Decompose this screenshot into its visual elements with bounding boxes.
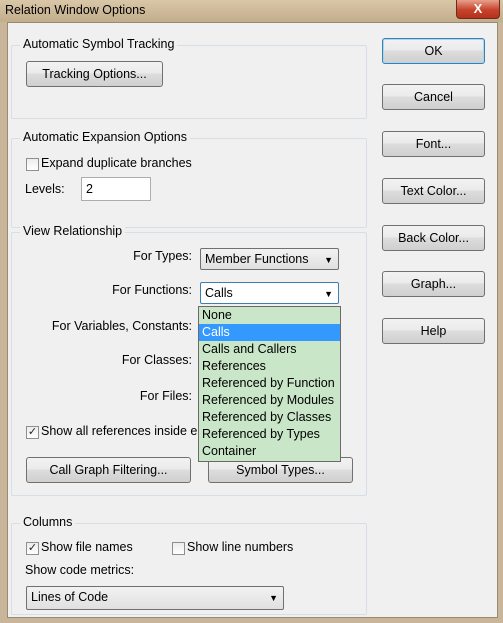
dropdown-option-referenced-by-modules[interactable]: Referenced by Modules	[199, 392, 340, 409]
ok-button[interactable]: OK	[382, 38, 485, 64]
dropdown-option-referenced-by-types[interactable]: Referenced by Types	[199, 426, 340, 443]
window-title: Relation Window Options	[5, 3, 146, 17]
help-button[interactable]: Help	[382, 318, 485, 344]
font-button[interactable]: Font...	[382, 131, 485, 157]
dropdown-option-referenced-by-function[interactable]: Referenced by Function	[199, 375, 340, 392]
show-line-numbers-label: Show line numbers	[187, 540, 294, 554]
cancel-button[interactable]: Cancel	[382, 84, 485, 110]
show-line-numbers-checkbox[interactable]	[172, 542, 185, 555]
show-all-refs-checkbox[interactable]: ✓	[26, 426, 39, 439]
graph-button[interactable]: Graph...	[382, 271, 485, 297]
title-bar: Relation Window Options X	[0, 0, 503, 22]
show-file-names-checkbox[interactable]: ✓	[26, 542, 39, 555]
show-file-names-label: Show file names	[41, 540, 133, 554]
code-metrics-label: Show code metrics:	[25, 563, 135, 577]
view-relationship-group-label: View Relationship	[20, 224, 126, 238]
text-color-button[interactable]: Text Color...	[382, 178, 485, 204]
for-types-label: For Types:	[133, 249, 192, 263]
dropdown-option-references[interactable]: References	[199, 358, 340, 375]
dropdown-option-none[interactable]: None	[199, 307, 340, 324]
expand-duplicate-checkbox[interactable]	[26, 158, 39, 171]
code-metrics-select[interactable]: Lines of Code ▼	[26, 586, 284, 610]
for-variables-label: For Variables, Constants:	[51, 319, 192, 333]
for-classes-label: For Classes:	[121, 353, 192, 367]
chevron-down-icon: ▼	[269, 593, 278, 603]
close-button[interactable]: X	[456, 0, 500, 19]
for-functions-dropdown-list[interactable]: None Calls Calls and Callers References …	[198, 306, 341, 462]
expansion-group-label: Automatic Expansion Options	[20, 130, 190, 144]
tracking-options-button[interactable]: Tracking Options...	[26, 61, 163, 87]
for-types-select[interactable]: Member Functions ▼	[200, 248, 339, 270]
expand-duplicate-label: Expand duplicate branches	[41, 156, 192, 170]
chevron-down-icon: ▼	[324, 255, 333, 265]
levels-label: Levels:	[25, 182, 65, 196]
for-functions-label: For Functions:	[112, 283, 192, 297]
columns-group-label: Columns	[20, 515, 76, 529]
for-types-value: Member Functions	[205, 252, 309, 266]
call-graph-filtering-button[interactable]: Call Graph Filtering...	[26, 457, 191, 483]
code-metrics-value: Lines of Code	[31, 590, 109, 604]
tracking-group-label: Automatic Symbol Tracking	[20, 37, 178, 51]
for-files-label: For Files:	[139, 389, 192, 403]
dropdown-option-container[interactable]: Container	[199, 443, 340, 460]
for-functions-select[interactable]: Calls ▼	[200, 282, 339, 304]
for-functions-value: Calls	[205, 286, 233, 300]
back-color-button[interactable]: Back Color...	[382, 225, 485, 251]
dropdown-option-calls[interactable]: Calls	[199, 324, 340, 341]
chevron-down-icon: ▼	[324, 289, 333, 299]
levels-input[interactable]: 2	[81, 177, 151, 201]
show-all-refs-label: Show all references inside e	[41, 424, 198, 438]
dropdown-option-calls-and-callers[interactable]: Calls and Callers	[199, 341, 340, 358]
dropdown-option-referenced-by-classes[interactable]: Referenced by Classes	[199, 409, 340, 426]
